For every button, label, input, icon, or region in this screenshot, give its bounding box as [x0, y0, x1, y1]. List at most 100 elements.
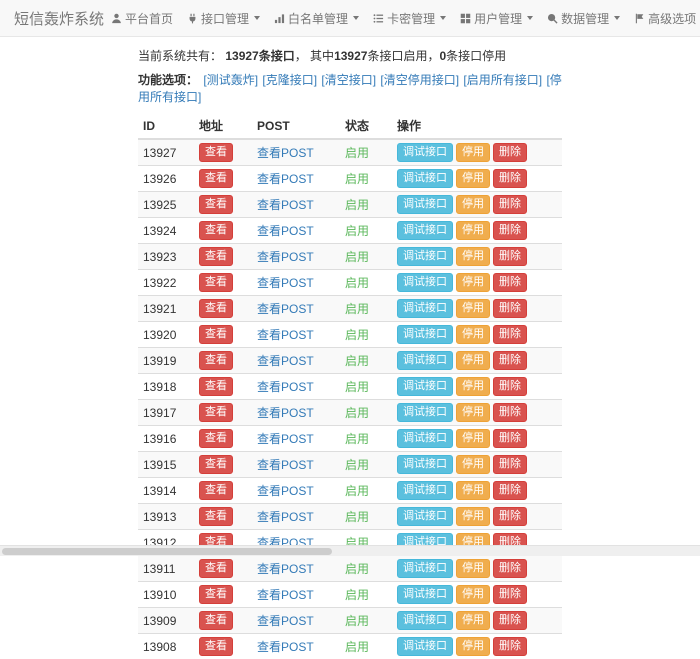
- view-button[interactable]: 查看: [199, 611, 233, 630]
- view-button[interactable]: 查看: [199, 455, 233, 474]
- option-clone-api-link[interactable]: [克隆接口]: [262, 73, 317, 87]
- view-button[interactable]: 查看: [199, 377, 233, 396]
- nav-item-whitelist-mgmt[interactable]: 白名单管理: [267, 10, 366, 27]
- scrollbar-thumb[interactable]: [2, 548, 332, 555]
- disable-button[interactable]: 停用: [456, 195, 490, 214]
- delete-button[interactable]: 删除: [493, 429, 527, 448]
- view-button[interactable]: 查看: [199, 247, 233, 266]
- disable-button[interactable]: 停用: [456, 507, 490, 526]
- view-post-link[interactable]: 查看POST: [257, 640, 314, 654]
- delete-button[interactable]: 删除: [493, 325, 527, 344]
- view-button[interactable]: 查看: [199, 403, 233, 422]
- view-post-link[interactable]: 查看POST: [257, 250, 314, 264]
- view-button[interactable]: 查看: [199, 299, 233, 318]
- debug-api-button[interactable]: 调试接口: [397, 585, 453, 604]
- debug-api-button[interactable]: 调试接口: [397, 559, 453, 578]
- disable-button[interactable]: 停用: [456, 351, 490, 370]
- debug-api-button[interactable]: 调试接口: [397, 351, 453, 370]
- debug-api-button[interactable]: 调试接口: [397, 325, 453, 344]
- view-post-link[interactable]: 查看POST: [257, 432, 314, 446]
- debug-api-button[interactable]: 调试接口: [397, 169, 453, 188]
- view-post-link[interactable]: 查看POST: [257, 172, 314, 186]
- nav-item-home[interactable]: 平台首页: [104, 10, 180, 27]
- view-button[interactable]: 查看: [199, 195, 233, 214]
- view-post-link[interactable]: 查看POST: [257, 354, 314, 368]
- delete-button[interactable]: 删除: [493, 403, 527, 422]
- debug-api-button[interactable]: 调试接口: [397, 611, 453, 630]
- delete-button[interactable]: 删除: [493, 585, 527, 604]
- delete-button[interactable]: 删除: [493, 195, 527, 214]
- view-post-link[interactable]: 查看POST: [257, 198, 314, 212]
- debug-api-button[interactable]: 调试接口: [397, 507, 453, 526]
- view-button[interactable]: 查看: [199, 273, 233, 292]
- delete-button[interactable]: 删除: [493, 481, 527, 500]
- disable-button[interactable]: 停用: [456, 273, 490, 292]
- horizontal-scrollbar[interactable]: [0, 545, 700, 556]
- view-button[interactable]: 查看: [199, 429, 233, 448]
- view-post-link[interactable]: 查看POST: [257, 458, 314, 472]
- debug-api-button[interactable]: 调试接口: [397, 455, 453, 474]
- view-button[interactable]: 查看: [199, 507, 233, 526]
- view-post-link[interactable]: 查看POST: [257, 146, 314, 160]
- debug-api-button[interactable]: 调试接口: [397, 377, 453, 396]
- debug-api-button[interactable]: 调试接口: [397, 273, 453, 292]
- disable-button[interactable]: 停用: [456, 143, 490, 162]
- view-post-link[interactable]: 查看POST: [257, 562, 314, 576]
- disable-button[interactable]: 停用: [456, 403, 490, 422]
- disable-button[interactable]: 停用: [456, 481, 490, 500]
- view-button[interactable]: 查看: [199, 559, 233, 578]
- debug-api-button[interactable]: 调试接口: [397, 403, 453, 422]
- disable-button[interactable]: 停用: [456, 429, 490, 448]
- debug-api-button[interactable]: 调试接口: [397, 637, 453, 656]
- disable-button[interactable]: 停用: [456, 377, 490, 396]
- delete-button[interactable]: 删除: [493, 143, 527, 162]
- view-post-link[interactable]: 查看POST: [257, 614, 314, 628]
- debug-api-button[interactable]: 调试接口: [397, 429, 453, 448]
- debug-api-button[interactable]: 调试接口: [397, 299, 453, 318]
- delete-button[interactable]: 删除: [493, 611, 527, 630]
- debug-api-button[interactable]: 调试接口: [397, 143, 453, 162]
- view-button[interactable]: 查看: [199, 169, 233, 188]
- debug-api-button[interactable]: 调试接口: [397, 247, 453, 266]
- disable-button[interactable]: 停用: [456, 247, 490, 266]
- debug-api-button[interactable]: 调试接口: [397, 195, 453, 214]
- view-post-link[interactable]: 查看POST: [257, 510, 314, 524]
- view-button[interactable]: 查看: [199, 351, 233, 370]
- view-post-link[interactable]: 查看POST: [257, 276, 314, 290]
- nav-item-data-mgmt[interactable]: 数据管理: [540, 10, 627, 27]
- option-enable-all-link[interactable]: [启用所有接口]: [463, 73, 542, 87]
- view-post-link[interactable]: 查看POST: [257, 224, 314, 238]
- view-post-link[interactable]: 查看POST: [257, 588, 314, 602]
- debug-api-button[interactable]: 调试接口: [397, 221, 453, 240]
- delete-button[interactable]: 删除: [493, 377, 527, 396]
- delete-button[interactable]: 删除: [493, 273, 527, 292]
- disable-button[interactable]: 停用: [456, 559, 490, 578]
- option-clear-api-link[interactable]: [清空接口]: [321, 73, 376, 87]
- view-button[interactable]: 查看: [199, 221, 233, 240]
- disable-button[interactable]: 停用: [456, 169, 490, 188]
- disable-button[interactable]: 停用: [456, 637, 490, 656]
- debug-api-button[interactable]: 调试接口: [397, 481, 453, 500]
- option-test-bomb-link[interactable]: [测试轰炸]: [203, 73, 258, 87]
- nav-item-advanced-options[interactable]: 高级选项: [627, 10, 700, 27]
- nav-item-card-mgmt[interactable]: 卡密管理: [366, 10, 453, 27]
- option-clear-disabled-api-link[interactable]: [清空停用接口]: [380, 73, 459, 87]
- delete-button[interactable]: 删除: [493, 351, 527, 370]
- view-post-link[interactable]: 查看POST: [257, 484, 314, 498]
- delete-button[interactable]: 删除: [493, 247, 527, 266]
- delete-button[interactable]: 删除: [493, 221, 527, 240]
- nav-item-api-mgmt[interactable]: 接口管理: [180, 10, 267, 27]
- disable-button[interactable]: 停用: [456, 611, 490, 630]
- disable-button[interactable]: 停用: [456, 455, 490, 474]
- disable-button[interactable]: 停用: [456, 299, 490, 318]
- delete-button[interactable]: 删除: [493, 299, 527, 318]
- delete-button[interactable]: 删除: [493, 507, 527, 526]
- disable-button[interactable]: 停用: [456, 585, 490, 604]
- view-button[interactable]: 查看: [199, 585, 233, 604]
- view-button[interactable]: 查看: [199, 143, 233, 162]
- view-post-link[interactable]: 查看POST: [257, 302, 314, 316]
- delete-button[interactable]: 删除: [493, 169, 527, 188]
- view-post-link[interactable]: 查看POST: [257, 380, 314, 394]
- view-post-link[interactable]: 查看POST: [257, 328, 314, 342]
- view-button[interactable]: 查看: [199, 637, 233, 656]
